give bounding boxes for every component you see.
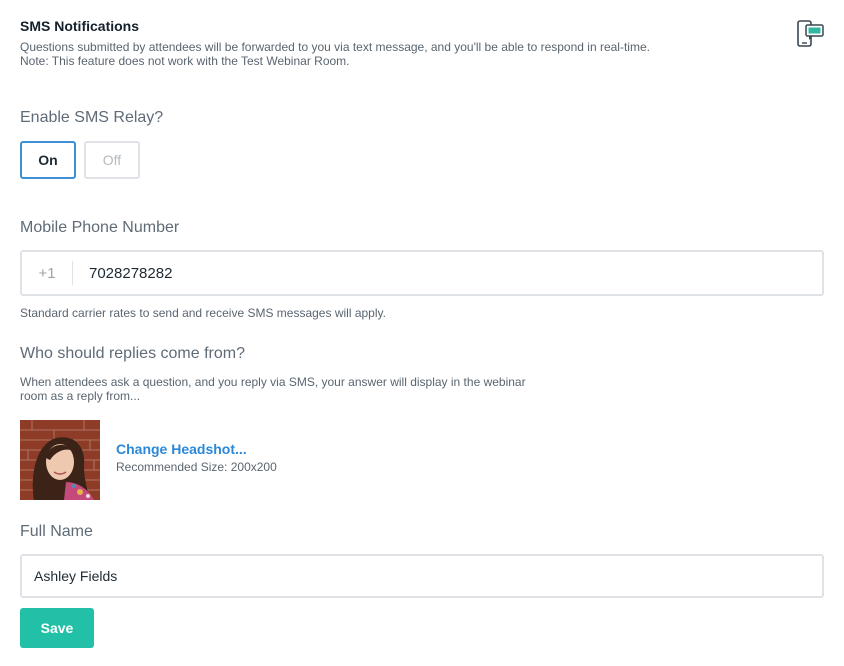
replies-from-label: Who should replies come from? [20,345,245,362]
headshot-avatar [20,420,100,500]
phone-number-input[interactable]: 7028278282 [73,265,172,282]
relay-on-button[interactable]: On [20,141,76,179]
relay-off-button[interactable]: Off [84,141,140,179]
replies-description-line: room as a reply from... [20,389,141,403]
save-button[interactable]: Save [20,608,94,648]
sms-notifications-panel: SMS Notifications Questions submitted by… [0,0,844,666]
country-code-prefix: +1 [22,261,73,285]
full-name-label: Full Name [20,523,93,540]
replies-description-line: When attendees ask a question, and you r… [20,375,526,389]
phone-number-field[interactable]: +1 7028278282 [20,250,824,296]
page-title: SMS Notifications [20,18,140,34]
change-headshot-link[interactable]: Change Headshot... [116,441,247,457]
recommended-size-text: Recommended Size: 200x200 [116,460,277,474]
phone-number-label: Mobile Phone Number [20,219,180,236]
full-name-input[interactable]: Ashley Fields [20,554,824,598]
carrier-rates-hint: Standard carrier rates to send and recei… [20,306,386,320]
description-note: Note: This feature does not work with th… [20,54,350,68]
page-description: Questions submitted by attendees will be… [20,40,650,68]
replies-description: When attendees ask a question, and you r… [20,375,526,403]
phone-sms-icon [796,18,826,50]
sms-relay-label: Enable SMS Relay? [20,109,164,126]
description-line: Questions submitted by attendees will be… [20,40,650,54]
